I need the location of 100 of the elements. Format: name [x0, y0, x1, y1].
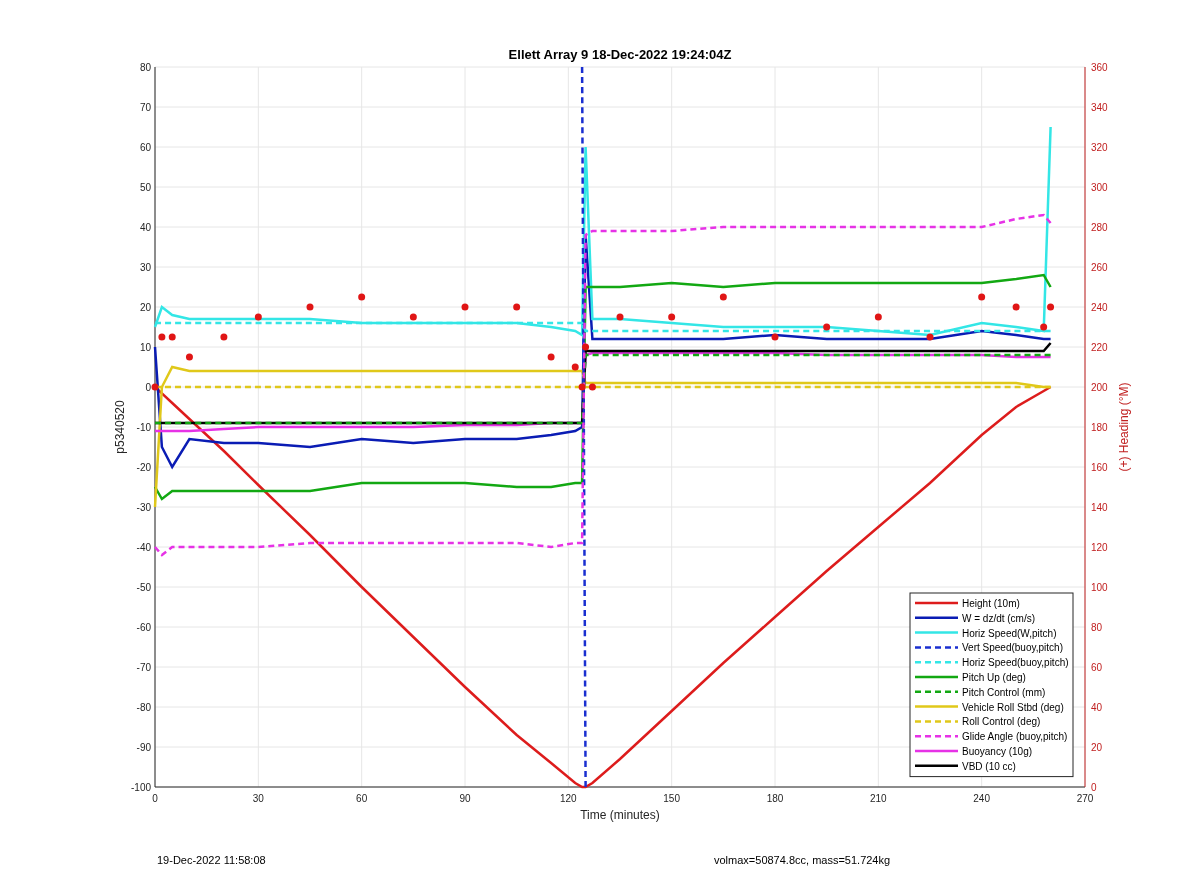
tick-label: 220 — [1091, 342, 1108, 353]
tick-label: 240 — [1091, 302, 1108, 313]
data-point — [874, 313, 882, 321]
tick-label: 100 — [1091, 582, 1108, 593]
legend-label: Horiz Speed(W,pitch) — [962, 627, 1057, 639]
tick-label: 0 — [145, 382, 151, 393]
data-point — [168, 333, 176, 341]
tick-label: 20 — [1091, 742, 1103, 753]
legend-label: Vehicle Roll Stbd (deg) — [962, 701, 1064, 713]
timestamp-text: 19-Dec-2022 11:58:08 — [157, 853, 267, 868]
legend-label: Horiz Speed(buoy,pitch) — [962, 657, 1069, 669]
data-point — [254, 313, 262, 321]
tick-label: 210 — [870, 793, 887, 804]
y-axis-label: p5340520 — [113, 400, 127, 454]
tick-label: 30 — [139, 262, 151, 273]
data-point — [547, 353, 555, 361]
data-point — [616, 313, 624, 321]
tick-label: 320 — [1091, 142, 1108, 153]
x-axis-label: Time (minutes) — [580, 808, 660, 822]
tick-label: -50 — [136, 582, 151, 593]
data-point — [1040, 323, 1048, 331]
mass-info-text: volmax=50874.8cc, mass=51.724kg — [714, 853, 891, 868]
tick-label: 0 — [1091, 782, 1097, 793]
tick-label: 10 — [139, 342, 151, 353]
tick-label: 20 — [139, 302, 151, 313]
tick-label: 60 — [1091, 662, 1103, 673]
data-point — [668, 313, 676, 321]
legend-swatch — [915, 631, 958, 634]
data-point — [409, 313, 417, 321]
tick-label: 150 — [663, 793, 680, 804]
tick-label: 40 — [1091, 702, 1103, 713]
legend-label: Vert Speed(buoy,pitch) — [962, 642, 1063, 654]
legend-swatch — [915, 749, 958, 753]
tick-label: 280 — [1091, 222, 1108, 233]
data-point — [158, 333, 166, 341]
legend-label: Roll Control (deg) — [962, 716, 1041, 728]
data-point — [771, 333, 779, 341]
legend-label: VBD (10 cc) — [962, 760, 1016, 772]
tick-label: 40 — [139, 222, 151, 233]
tick-label: 30 — [252, 793, 264, 804]
legend-swatch — [915, 690, 958, 694]
data-point — [823, 323, 831, 331]
tick-label: 180 — [766, 793, 784, 804]
data-point — [220, 333, 228, 341]
tick-label: -10 — [136, 422, 151, 433]
legend-label: Pitch Control (mm) — [962, 686, 1046, 698]
data-point — [1012, 303, 1020, 311]
tick-label: -100 — [131, 782, 151, 793]
data-point — [461, 303, 469, 311]
tick-label: 300 — [1091, 182, 1108, 193]
tick-label: 0 — [152, 793, 158, 804]
tick-label: -90 — [136, 742, 151, 753]
legend-swatch — [915, 705, 958, 708]
tick-label: 60 — [356, 793, 368, 804]
data-point — [582, 343, 590, 351]
legend-swatch — [915, 660, 958, 664]
tick-label: -30 — [136, 502, 151, 513]
tick-label: 80 — [1091, 622, 1103, 633]
legend-swatch — [915, 675, 958, 679]
data-point — [151, 383, 159, 391]
y-axis-label: (+) Heading (°M) — [1117, 382, 1131, 472]
data-point — [185, 353, 193, 361]
tick-label: -80 — [136, 702, 151, 713]
tick-label: 60 — [139, 142, 151, 153]
tick-label: 240 — [973, 793, 990, 804]
legend-swatch — [915, 601, 958, 605]
data-point — [306, 303, 314, 311]
tick-label: 80 — [139, 62, 151, 73]
legend-label: Glide Angle (buoy,pitch) — [962, 731, 1068, 743]
tick-label: 140 — [1091, 502, 1108, 513]
tick-label: 50 — [139, 182, 151, 193]
tick-label: -70 — [136, 662, 151, 673]
data-point — [578, 383, 586, 391]
data-point — [571, 363, 579, 371]
data-point — [1047, 303, 1055, 311]
tick-label: 120 — [560, 793, 577, 804]
legend-label: Height (10m) — [962, 598, 1020, 609]
tick-label: 200 — [1091, 382, 1108, 393]
data-point — [513, 303, 521, 311]
legend-swatch — [915, 720, 958, 723]
data-point — [926, 333, 934, 341]
legend-swatch — [915, 734, 958, 738]
tick-label: 270 — [1076, 793, 1094, 804]
chart-title: Ellett Array 9 18-Dec-2022 19:24:04Z — [508, 47, 732, 62]
tick-label: -60 — [136, 622, 151, 633]
data-point — [719, 293, 727, 301]
legend-swatch — [915, 616, 958, 620]
data-point — [358, 293, 366, 301]
data-point — [978, 293, 986, 301]
tick-label: 160 — [1091, 462, 1108, 473]
legend-label: W = dz/dt (cm/s) — [962, 612, 1036, 624]
legend-label: Buoyancy (10g) — [962, 746, 1033, 757]
tick-label: 70 — [139, 102, 151, 113]
tick-label: 90 — [459, 793, 471, 804]
tick-label: 120 — [1091, 542, 1108, 553]
tick-label: -20 — [136, 462, 151, 473]
legend-label: Pitch Up (deg) — [962, 672, 1026, 683]
tick-label: -40 — [136, 542, 151, 553]
tick-label: 340 — [1091, 102, 1108, 113]
data-point — [588, 383, 596, 391]
